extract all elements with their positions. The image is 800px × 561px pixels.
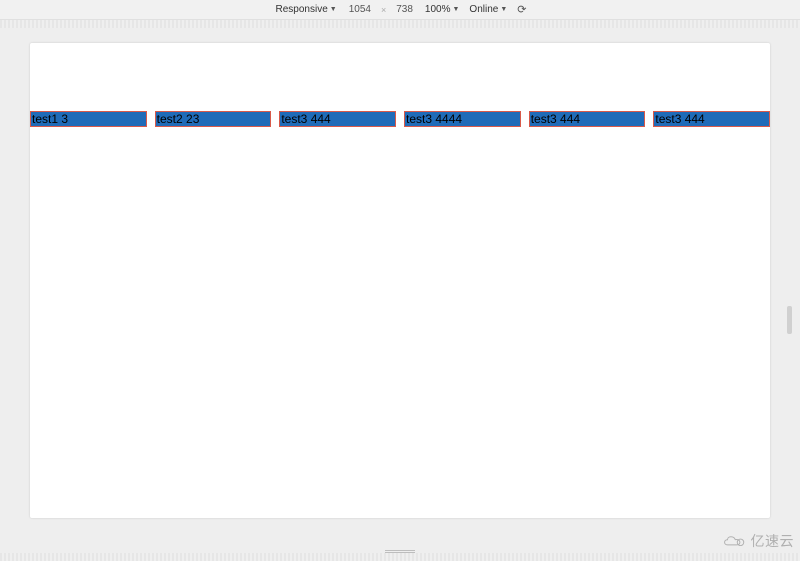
flex-item: test3 444 (653, 111, 770, 127)
device-selector[interactable]: Responsive ▼ (274, 4, 339, 15)
throttling-selector[interactable]: Online ▼ (467, 4, 509, 15)
flex-item: test3 444 (279, 111, 396, 127)
device-toolbar: Responsive ▼ 1054 × 738 100% ▼ Online ▼ … (0, 0, 800, 20)
device-label: Responsive (276, 4, 328, 15)
watermark-text: 亿速云 (751, 531, 795, 551)
rotate-icon[interactable]: ⟳ (517, 3, 526, 16)
dimension-separator: × (381, 5, 386, 15)
flex-item: test3 4444 (404, 111, 521, 127)
zoom-selector[interactable]: 100% ▼ (423, 4, 462, 15)
network-label: Online (469, 4, 498, 15)
chevron-down-icon: ▼ (330, 6, 337, 13)
device-viewport: test1 3 test2 23 test3 444 test3 4444 te… (0, 28, 800, 561)
resize-handle-right[interactable] (787, 306, 792, 334)
chevron-down-icon: ▼ (452, 6, 459, 13)
watermark: 亿速云 (721, 531, 795, 551)
viewport-height-input[interactable]: 738 (392, 4, 417, 15)
cloud-icon (721, 533, 747, 549)
flex-row: test1 3 test2 23 test3 444 test3 4444 te… (30, 111, 770, 127)
viewport-width-input[interactable]: 1054 (345, 4, 375, 15)
zoom-label: 100% (425, 4, 451, 15)
top-ruler (0, 20, 800, 28)
flex-item: test3 444 (529, 111, 646, 127)
page-frame: test1 3 test2 23 test3 444 test3 4444 te… (30, 43, 770, 518)
page-body: test1 3 test2 23 test3 444 test3 4444 te… (30, 43, 770, 518)
bottom-ruler (0, 553, 800, 561)
flex-item: test2 23 (155, 111, 272, 127)
chevron-down-icon: ▼ (500, 6, 507, 13)
flex-item: test1 3 (30, 111, 147, 127)
